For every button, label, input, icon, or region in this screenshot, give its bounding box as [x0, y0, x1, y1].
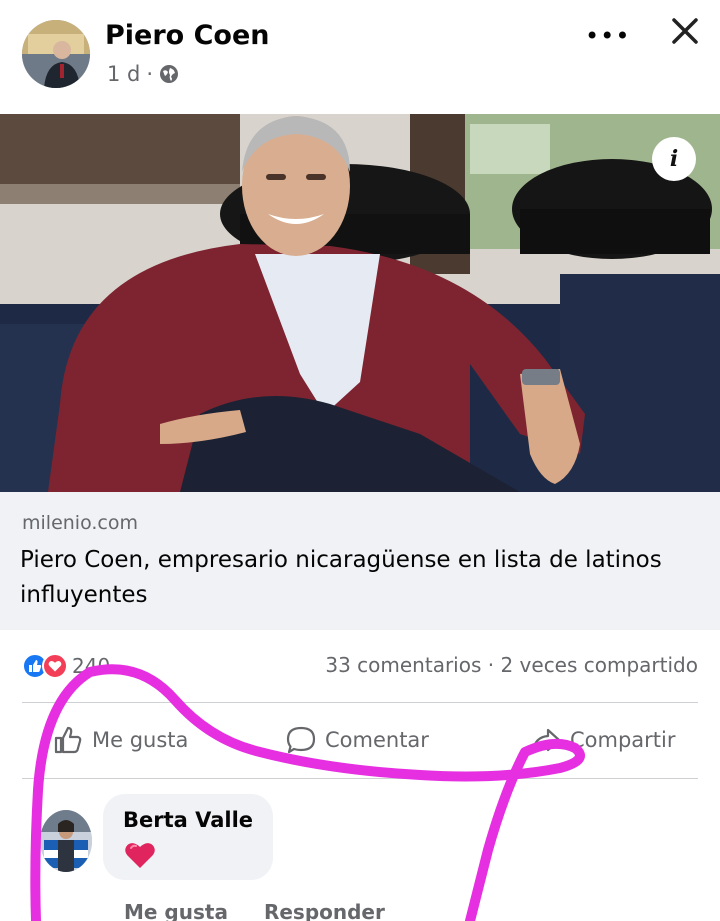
close-icon[interactable] — [668, 14, 702, 48]
info-icon[interactable]: i — [652, 137, 696, 181]
divider — [22, 702, 698, 703]
comment-button[interactable]: Comentar — [285, 724, 429, 756]
thumbs-up-icon — [54, 726, 82, 754]
post-header: Piero Coen 1 d · ••• — [0, 0, 720, 112]
post-age[interactable]: 1 d — [107, 62, 140, 86]
like-button-label: Me gusta — [92, 728, 189, 752]
reaction-count[interactable]: 240 — [72, 654, 110, 678]
comment-reply-link[interactable]: Responder — [264, 900, 385, 921]
link-domain: milenio.com — [22, 512, 138, 534]
divider — [22, 778, 698, 779]
reaction-summary[interactable]: 240 — [22, 651, 110, 681]
comment-like-link[interactable]: Me gusta — [124, 900, 228, 921]
author-avatar[interactable] — [22, 20, 90, 88]
commenter-name[interactable]: Berta Valle — [123, 808, 253, 832]
like-button[interactable]: Me gusta — [52, 724, 188, 756]
comment-button-label: Comentar — [325, 728, 429, 752]
commenter-avatar[interactable] — [40, 810, 92, 872]
link-preview-image[interactable] — [0, 114, 720, 492]
share-arrow-icon — [531, 728, 561, 753]
post-author-name[interactable]: Piero Coen — [105, 20, 270, 51]
comments-shares-count[interactable]: 33 comentarios · 2 veces compartido — [325, 653, 698, 677]
share-button-label: Compartir — [570, 728, 676, 752]
meta-separator: · — [146, 62, 154, 86]
comment-actions: Me gusta Responder — [124, 900, 385, 921]
globe-icon — [159, 64, 179, 84]
love-reaction-icon — [42, 653, 68, 679]
share-button[interactable]: Compartir — [530, 724, 676, 756]
heart-icon — [124, 840, 156, 870]
link-headline[interactable]: Piero Coen, empresario nicaragüense en l… — [20, 543, 710, 613]
post-meta: 1 d · — [107, 62, 179, 86]
more-options-button[interactable]: ••• — [585, 22, 630, 50]
post-action-bar: Me gusta Comentar Compartir — [0, 714, 720, 770]
comment-bubble-icon — [286, 726, 316, 754]
